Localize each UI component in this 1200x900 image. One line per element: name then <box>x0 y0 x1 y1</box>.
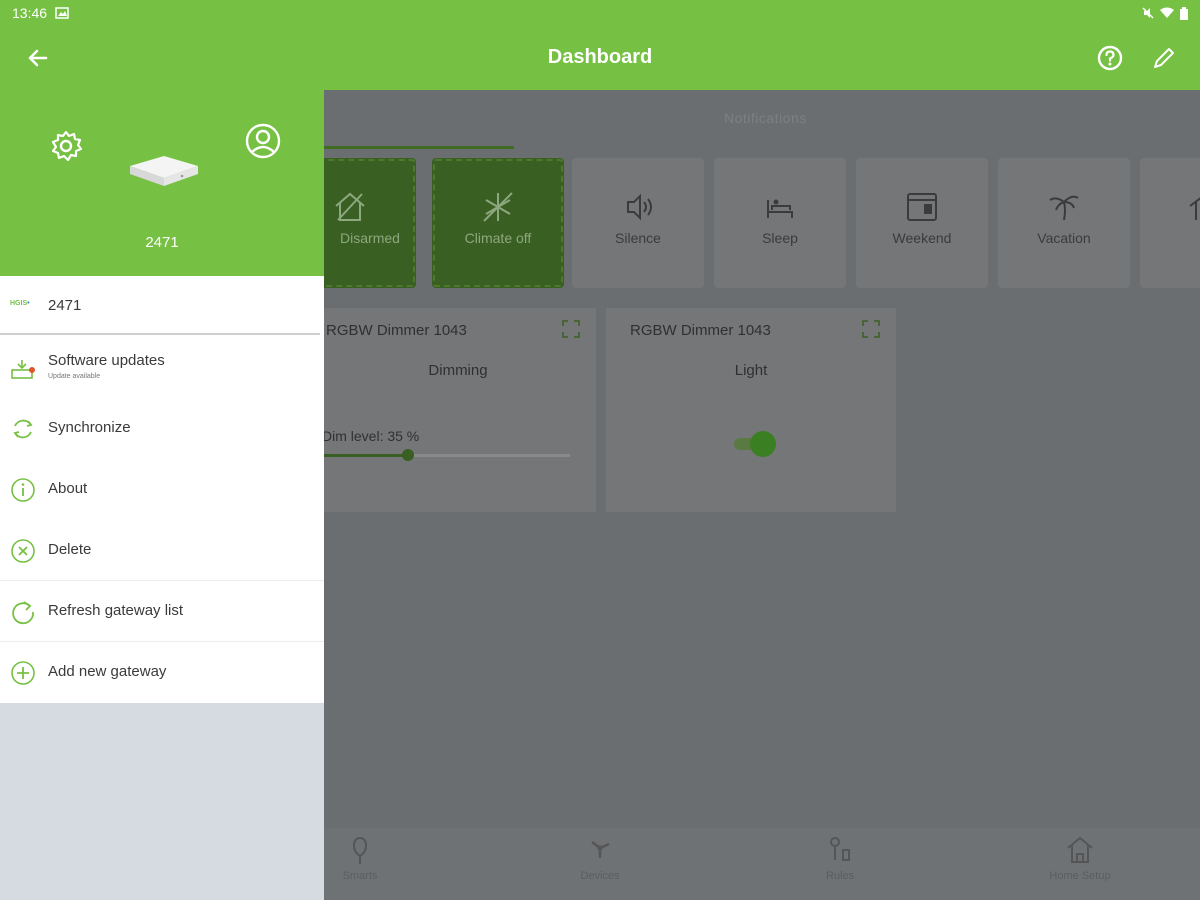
mode-label: Vacation <box>1037 230 1091 246</box>
palm-tree-icon <box>1049 195 1079 221</box>
dim-level-label: Dim level: 35 % <box>324 428 420 444</box>
menu-item-label: Delete <box>48 541 92 558</box>
menu-item-about[interactable]: About <box>0 459 324 519</box>
image-notification-icon <box>55 7 69 19</box>
gateway-name: 2471 <box>145 234 179 251</box>
status-time: 13:46 <box>12 5 48 21</box>
gateway-item-2471[interactable]: HGIS• 2471 <box>0 276 324 336</box>
mode-label: Pa <box>1180 230 1200 246</box>
menu-item-label: About <box>48 480 88 497</box>
app-bar: Dashboard <box>0 26 1200 90</box>
status-bar: 13:46 <box>0 0 1200 26</box>
dim-level-slider[interactable] <box>324 449 570 461</box>
mode-tile-vacation[interactable]: Vacation <box>998 158 1130 288</box>
menu-item-sublabel: Update available <box>48 373 101 380</box>
wifi-icon <box>1160 7 1174 18</box>
mode-label: Weekend <box>892 230 952 246</box>
home-setup-icon <box>1067 836 1093 863</box>
expand-icon[interactable] <box>862 320 880 338</box>
snowflake-off-icon <box>483 192 513 222</box>
nav-label: Rules <box>825 870 855 882</box>
mode-tile-silence[interactable]: Silence <box>572 158 704 288</box>
menu-item-refresh-gateway-list[interactable]: Refresh gateway list <box>0 581 324 641</box>
sync-icon <box>13 419 33 439</box>
house-disarmed-icon <box>335 192 365 221</box>
nav-rules[interactable]: Rules <box>780 834 900 882</box>
page-title: Dashboard <box>547 46 653 68</box>
gateway-item-label: 2471 <box>48 297 82 314</box>
slider-fill <box>324 454 408 457</box>
drawer-header: 2471 <box>0 90 324 276</box>
battery-icon <box>1180 6 1188 20</box>
bottom-navigation: Smarts Devices Rules Home Setup <box>324 828 1200 900</box>
help-icon[interactable] <box>1096 44 1124 72</box>
info-icon <box>11 478 35 502</box>
mode-tile-disarmed[interactable]: Disarmed <box>324 158 416 288</box>
device-function: Light <box>734 362 768 379</box>
mode-tile-weekend[interactable]: Weekend <box>856 158 988 288</box>
software-update-icon <box>11 360 35 379</box>
expand-icon[interactable] <box>562 320 580 338</box>
mute-icon <box>1142 7 1154 19</box>
rules-icon <box>830 837 850 861</box>
menu-item-label: Software updates <box>48 352 165 369</box>
gear-icon[interactable] <box>48 128 84 164</box>
dashboard-content: Notifications Disarmed Climate off Silen… <box>324 90 1200 900</box>
tab-notifications[interactable]: Notifications <box>724 110 807 126</box>
mode-label: Climate off <box>464 230 532 246</box>
device-card-dimming[interactable]: RGBW Dimmer 1043 Dimming Dim level: 35 % <box>324 308 596 512</box>
account-icon[interactable] <box>244 122 282 160</box>
bulb-pin-icon <box>352 836 368 864</box>
device-card-light[interactable]: RGBW Dimmer 1043 Light <box>606 308 896 512</box>
tab-indicator <box>324 146 514 149</box>
gateway-badge-text: HGIS <box>10 300 28 307</box>
device-name: RGBW Dimmer 1043 <box>326 322 467 339</box>
mode-tile-partial[interactable]: Pa <box>1140 158 1200 288</box>
device-name: RGBW Dimmer 1043 <box>630 322 771 339</box>
navigation-drawer: 2471 HGIS• 2471 Software updates Update … <box>0 90 324 900</box>
mode-label: Silence <box>615 230 661 246</box>
divider <box>0 333 320 335</box>
device-function: Dimming <box>428 362 488 379</box>
drawer-menu: HGIS• 2471 Software updates Update avail… <box>0 276 324 703</box>
mode-tile-climate-off[interactable]: Climate off <box>432 158 564 288</box>
fan-icon <box>591 841 610 858</box>
mode-tile-sleep[interactable]: Sleep <box>714 158 846 288</box>
nav-label: Smarts <box>342 870 378 882</box>
gateway-device-icon <box>130 156 198 186</box>
toggle-knob <box>750 431 776 457</box>
menu-item-synchronize[interactable]: Synchronize <box>0 398 324 458</box>
refresh-icon <box>12 601 34 625</box>
nav-devices[interactable]: Devices <box>540 834 660 882</box>
menu-item-delete[interactable]: Delete <box>0 520 324 580</box>
bed-icon <box>767 199 793 218</box>
house-icon <box>1189 197 1200 220</box>
silence-icon <box>627 193 652 221</box>
nav-home-setup[interactable]: Home Setup <box>1020 834 1140 882</box>
menu-item-add-new-gateway[interactable]: Add new gateway <box>0 642 324 702</box>
nav-label: Devices <box>580 870 620 882</box>
menu-item-software-updates[interactable]: Software updates Update available <box>0 338 324 398</box>
mode-label: Sleep <box>762 230 798 246</box>
mode-label: Disarmed <box>340 230 400 246</box>
slider-thumb[interactable] <box>401 449 414 461</box>
menu-item-label: Refresh gateway list <box>48 602 184 619</box>
gateway-badge-icon: HGIS• <box>10 300 30 307</box>
calendar-icon <box>907 193 937 221</box>
menu-item-label: Add new gateway <box>48 663 167 680</box>
delete-circle-icon <box>11 539 35 563</box>
edit-pencil-icon[interactable] <box>1150 44 1178 72</box>
nav-smarts[interactable]: Smarts <box>324 834 420 882</box>
light-toggle[interactable] <box>734 431 776 457</box>
add-circle-icon <box>11 661 35 685</box>
menu-item-label: Synchronize <box>48 419 131 436</box>
nav-label: Home Setup <box>1049 870 1111 882</box>
